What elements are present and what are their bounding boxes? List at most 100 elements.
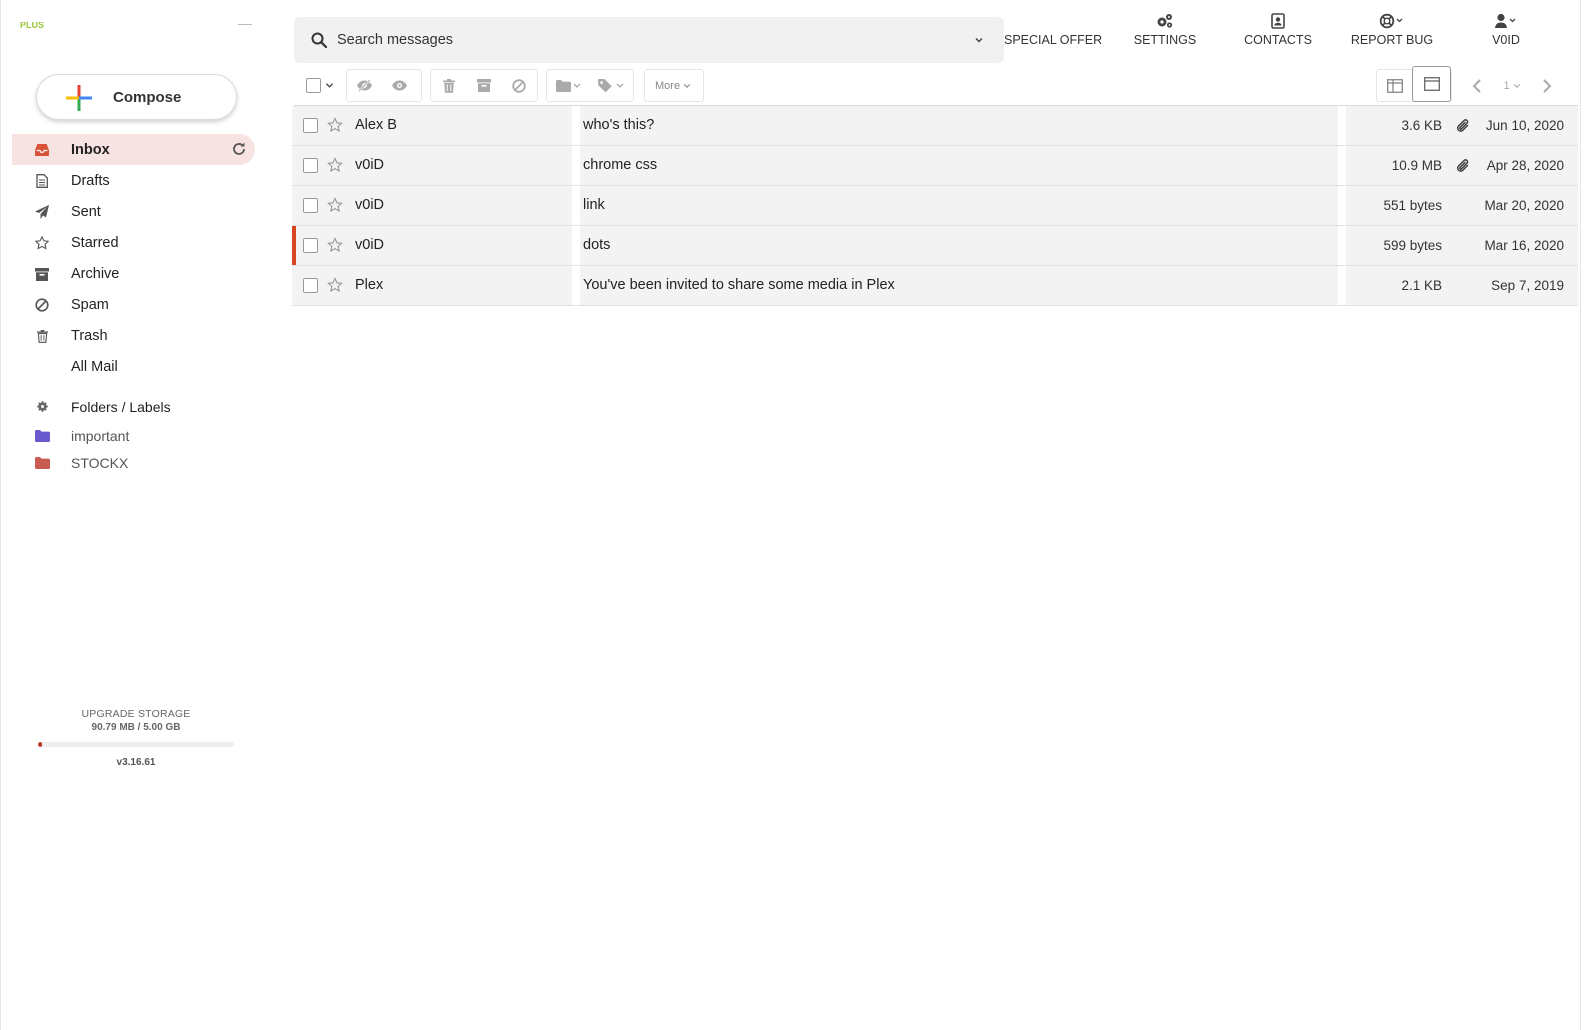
message-checkbox[interactable]: [303, 118, 318, 133]
message-size: 3.6 KB: [1401, 118, 1442, 133]
message-sender: v0iD: [355, 157, 385, 173]
message-checkbox[interactable]: [303, 158, 318, 173]
message-size: 551 bytes: [1383, 198, 1442, 213]
sidebar-item-starred[interactable]: Starred: [12, 227, 255, 258]
sidebar-item-label: Sent: [71, 203, 101, 220]
paperclip-icon: [1456, 158, 1470, 174]
tag-icon: [597, 78, 623, 92]
logo-mark: [238, 24, 252, 30]
star-icon[interactable]: [327, 157, 343, 173]
archive-icon: [34, 266, 50, 282]
message-date: Mar 16, 2020: [1484, 238, 1564, 253]
message-subject: dots: [583, 237, 611, 253]
message-row[interactable]: v0iD dots 599 bytes Mar 16, 2020: [292, 226, 1578, 266]
trash-icon: [34, 328, 50, 344]
folder-stockx[interactable]: STOCKX: [12, 449, 255, 476]
row-layout-button[interactable]: [1412, 65, 1451, 102]
select-all-dropdown[interactable]: [296, 69, 342, 102]
column-layout-icon: [1386, 78, 1403, 93]
next-page-button[interactable]: [1532, 70, 1562, 101]
message-row[interactable]: Alex B who's this? 3.6 KB Jun 10, 2020: [292, 106, 1578, 146]
sidebar-item-spam[interactable]: Spam: [12, 289, 255, 320]
app-logo[interactable]: PLUS: [20, 22, 50, 28]
cogs-icon: [1130, 12, 1200, 30]
star-icon: [34, 235, 50, 251]
ban-icon: [511, 78, 526, 93]
sidebar-item-inbox[interactable]: Inbox: [12, 134, 255, 165]
contacts-button[interactable]: CONTACTS: [1242, 12, 1314, 52]
sidebar-item-label: Trash: [71, 327, 108, 344]
sent-icon: [34, 204, 50, 220]
message-date: Sep 7, 2019: [1491, 278, 1564, 293]
user-menu-button[interactable]: V0ID: [1476, 12, 1536, 52]
archive-button[interactable]: [466, 70, 501, 101]
sidebar-item-label: Drafts: [71, 172, 110, 189]
report-bug-label: REPORT BUG: [1350, 33, 1434, 47]
select-all-checkbox[interactable]: [306, 78, 321, 93]
settings-label: SETTINGS: [1133, 33, 1197, 47]
sidebar-item-archive[interactable]: Archive: [12, 258, 255, 289]
read-toggle-group: [346, 69, 422, 102]
trash-icon: [442, 78, 455, 93]
message-row[interactable]: v0iD link 551 bytes Mar 20, 2020: [292, 186, 1578, 226]
eye-icon: [392, 80, 407, 91]
chevron-left-icon: [1472, 78, 1481, 93]
mark-unread-button[interactable]: [347, 70, 382, 101]
version-label: v3.16.61: [116, 757, 156, 768]
sidebar-item-trash[interactable]: Trash: [12, 320, 255, 351]
search-bar[interactable]: [294, 17, 1004, 63]
chevron-right-icon: [1543, 78, 1552, 93]
mark-read-button[interactable]: [382, 70, 417, 101]
star-icon[interactable]: [327, 197, 343, 213]
message-toolbar: More 1: [296, 65, 1580, 105]
settings-button[interactable]: SETTINGS: [1130, 12, 1200, 52]
report-bug-button[interactable]: REPORT BUG: [1348, 12, 1436, 52]
label-button[interactable]: [590, 70, 633, 101]
contacts-label: CONTACTS: [1244, 33, 1312, 47]
sidebar-nav: Inbox Drafts Sent Starred Archive Spam Trash Al…: [12, 134, 255, 382]
folders-section: Folders / Labels important STOCKX: [12, 392, 255, 476]
sidebar-item-all-mail[interactable]: All Mail: [12, 351, 255, 382]
spam-button[interactable]: [501, 70, 536, 101]
message-subject: chrome css: [583, 157, 658, 173]
right-border: [1580, 0, 1581, 1030]
search-input[interactable]: [337, 29, 937, 51]
life-ring-icon: [1348, 12, 1436, 30]
previous-page-button[interactable]: [1462, 70, 1492, 101]
more-dropdown[interactable]: More: [644, 69, 704, 102]
message-row[interactable]: Plex You've been invited to share some me…: [292, 266, 1578, 306]
page-select[interactable]: 1: [1492, 70, 1532, 101]
paperclip-icon: [1456, 118, 1470, 134]
compose-button[interactable]: Compose: [36, 74, 237, 120]
message-sender: v0iD: [355, 197, 385, 213]
sidebar-item-sent[interactable]: Sent: [12, 196, 255, 227]
sidebar-item-drafts[interactable]: Drafts: [12, 165, 255, 196]
star-icon[interactable]: [327, 117, 343, 133]
message-checkbox[interactable]: [303, 198, 318, 213]
message-row[interactable]: v0iD chrome css 10.9 MB Apr 28, 2020: [292, 146, 1578, 186]
star-icon[interactable]: [327, 237, 343, 253]
upgrade-storage-link[interactable]: UPGRADE STORAGE: [36, 708, 236, 720]
star-icon[interactable]: [327, 277, 343, 293]
special-offer-link[interactable]: SPECIAL OFFER: [1004, 12, 1103, 52]
pagination: 1: [1462, 69, 1562, 102]
message-date: Mar 20, 2020: [1484, 198, 1564, 213]
message-checkbox[interactable]: [303, 278, 318, 293]
spam-icon: [34, 297, 50, 313]
column-layout-button[interactable]: [1377, 70, 1412, 101]
chevron-down-icon: [683, 83, 691, 88]
message-sender: Alex B: [355, 117, 397, 133]
folder-label: STOCKX: [71, 454, 129, 471]
folders-labels-header[interactable]: Folders / Labels: [12, 392, 255, 422]
gear-icon: [34, 398, 50, 414]
message-checkbox[interactable]: [303, 238, 318, 253]
move-to-folder-button[interactable]: [547, 70, 590, 101]
refresh-icon[interactable]: [231, 141, 247, 157]
folder-important[interactable]: important: [12, 422, 255, 449]
chevron-down-icon[interactable]: [974, 35, 984, 45]
trash-button[interactable]: [431, 70, 466, 101]
folder-icon: [555, 79, 580, 92]
message-list: Alex B who's this? 3.6 KB Jun 10, 2020 v0iD c…: [292, 106, 1578, 306]
special-offer-label: SPECIAL OFFER: [1004, 33, 1103, 47]
message-date: Apr 28, 2020: [1486, 158, 1564, 173]
